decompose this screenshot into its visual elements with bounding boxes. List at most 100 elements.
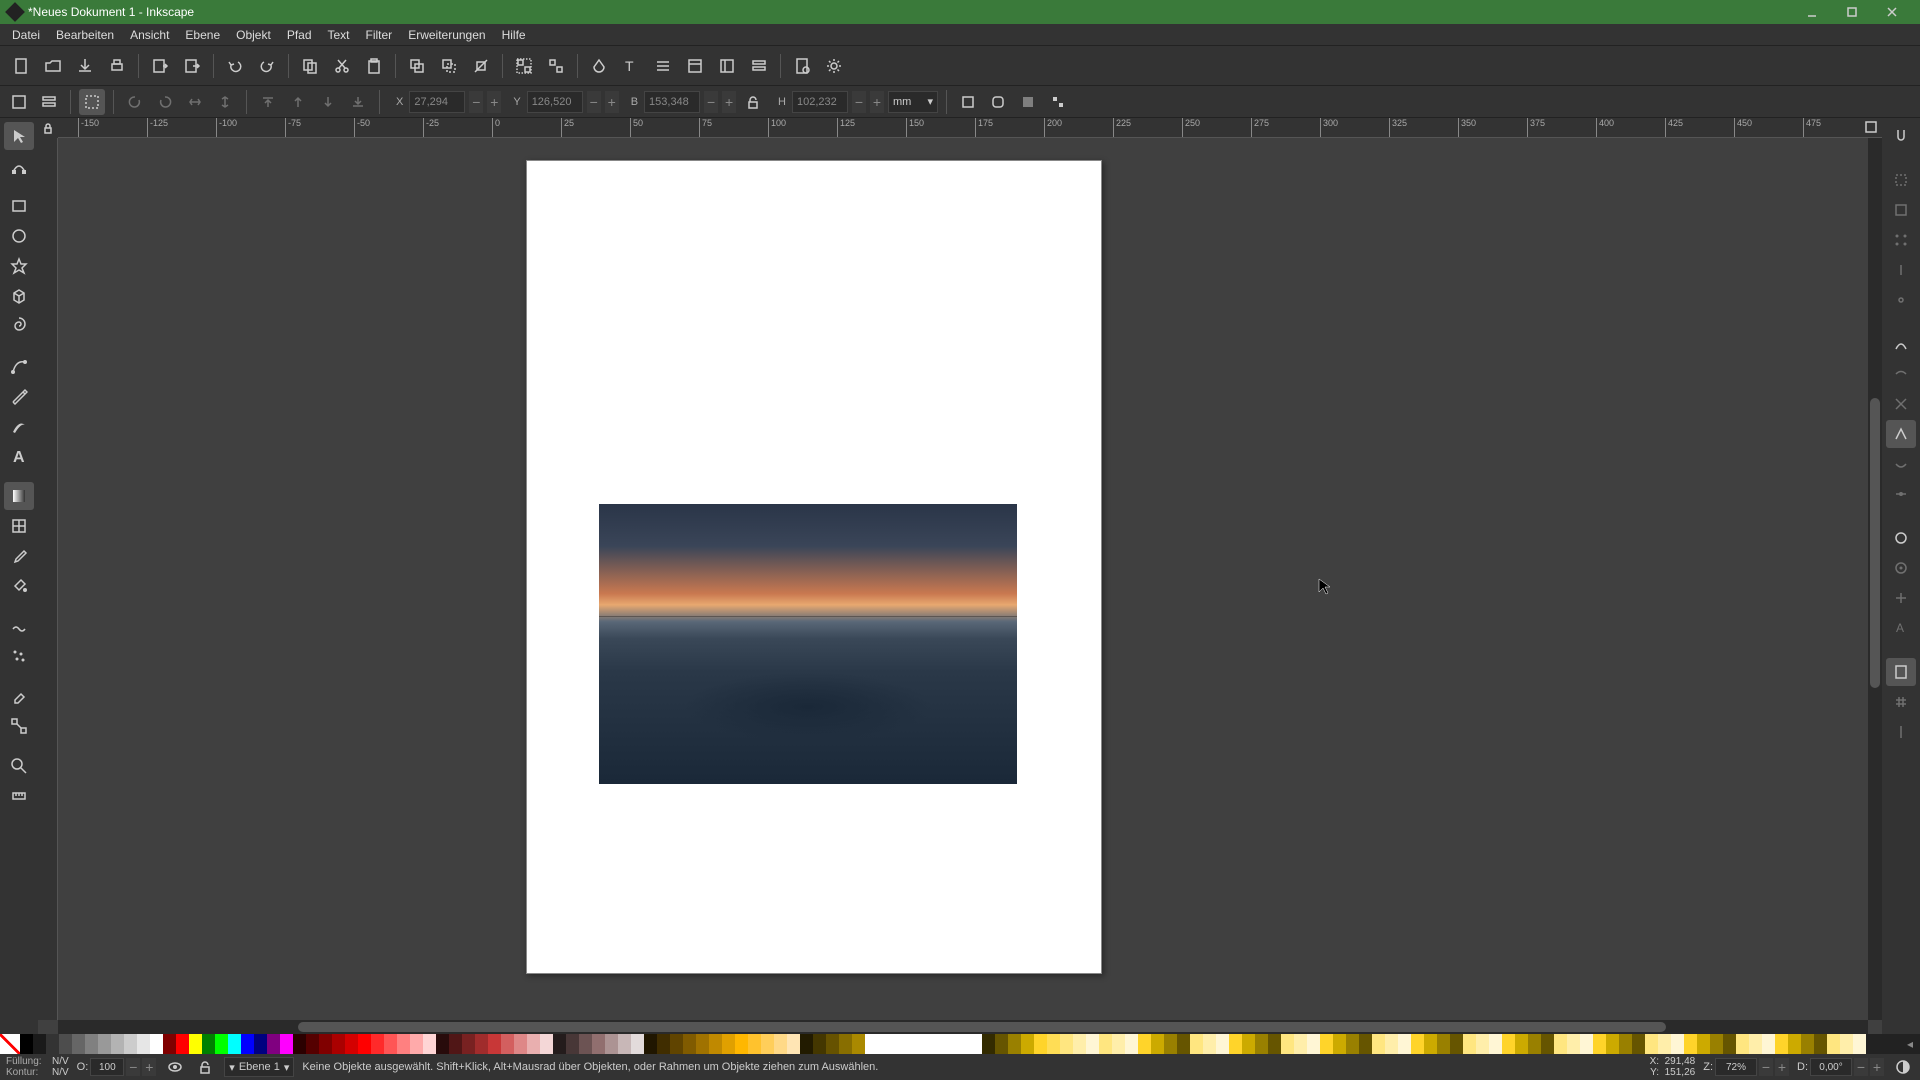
color-swatch[interactable]	[956, 1034, 969, 1054]
zoom-input[interactable]	[1715, 1058, 1757, 1076]
snap-toggle-button[interactable]	[1886, 122, 1916, 150]
color-swatch[interactable]	[1749, 1034, 1762, 1054]
eraser-tool[interactable]	[4, 682, 34, 710]
color-swatch[interactable]	[553, 1034, 566, 1054]
node-tool[interactable]	[4, 152, 34, 180]
color-swatch[interactable]	[1190, 1034, 1203, 1054]
print-button[interactable]	[102, 51, 132, 81]
color-swatch[interactable]	[1502, 1034, 1515, 1054]
color-swatch[interactable]	[683, 1034, 696, 1054]
maximize-button[interactable]	[1832, 0, 1872, 24]
color-swatch[interactable]	[228, 1034, 241, 1054]
snap-other-button[interactable]	[1886, 524, 1916, 552]
color-swatch[interactable]	[241, 1034, 254, 1054]
menu-bearbeiten[interactable]: Bearbeiten	[48, 26, 122, 44]
color-swatch[interactable]	[1619, 1034, 1632, 1054]
align-dialog-button[interactable]	[712, 51, 742, 81]
snap-smooth-button[interactable]	[1886, 450, 1916, 478]
color-swatch[interactable]	[423, 1034, 436, 1054]
color-swatch[interactable]	[1047, 1034, 1060, 1054]
mesh-tool[interactable]	[4, 512, 34, 540]
spiral-tool[interactable]	[4, 312, 34, 340]
w-plus-button[interactable]: +	[722, 91, 736, 113]
y-minus-button[interactable]: −	[587, 91, 601, 113]
color-swatch[interactable]	[813, 1034, 826, 1054]
color-swatch[interactable]	[1021, 1034, 1034, 1054]
color-swatch[interactable]	[1359, 1034, 1372, 1054]
3dbox-tool[interactable]	[4, 282, 34, 310]
horizontal-scrollbar[interactable]	[58, 1020, 1868, 1034]
menu-ebene[interactable]: Ebene	[177, 26, 228, 44]
color-swatch[interactable]	[1008, 1034, 1021, 1054]
rotation-input[interactable]	[1810, 1058, 1852, 1076]
snap-text-baseline-button[interactable]: A	[1886, 614, 1916, 642]
color-swatch[interactable]	[501, 1034, 514, 1054]
color-swatch[interactable]	[475, 1034, 488, 1054]
undo-button[interactable]	[220, 51, 250, 81]
minimize-button[interactable]	[1792, 0, 1832, 24]
horizontal-ruler[interactable]: -150-125-100-75-50-250255075100125150175…	[58, 118, 1882, 138]
color-swatch[interactable]	[345, 1034, 358, 1054]
menu-datei[interactable]: Datei	[4, 26, 48, 44]
paste-button[interactable]	[359, 51, 389, 81]
y-plus-button[interactable]: +	[605, 91, 619, 113]
zoom-tool[interactable]	[4, 752, 34, 780]
color-swatch[interactable]	[1255, 1034, 1268, 1054]
color-swatch[interactable]	[1138, 1034, 1151, 1054]
snap-node-button[interactable]	[1886, 330, 1916, 358]
color-swatch[interactable]	[761, 1034, 774, 1054]
color-swatch[interactable]	[436, 1034, 449, 1054]
dropper-tool[interactable]	[4, 542, 34, 570]
clone-button[interactable]	[434, 51, 464, 81]
snap-bbox-midpoint-button[interactable]	[1886, 256, 1916, 284]
cut-button[interactable]	[327, 51, 357, 81]
color-swatch[interactable]	[1723, 1034, 1736, 1054]
color-swatch[interactable]	[1268, 1034, 1281, 1054]
paintbucket-tool[interactable]	[4, 572, 34, 600]
color-swatch[interactable]	[1060, 1034, 1073, 1054]
color-swatch[interactable]	[995, 1034, 1008, 1054]
color-swatch[interactable]	[267, 1034, 280, 1054]
color-swatch[interactable]	[930, 1034, 943, 1054]
color-swatch[interactable]	[306, 1034, 319, 1054]
group-button[interactable]	[509, 51, 539, 81]
color-swatch[interactable]	[1151, 1034, 1164, 1054]
snap-bbox-center-button[interactable]	[1886, 286, 1916, 314]
color-swatch[interactable]	[1164, 1034, 1177, 1054]
w-minus-button[interactable]: −	[704, 91, 718, 113]
color-swatch[interactable]	[33, 1034, 46, 1054]
menu-filter[interactable]: Filter	[358, 26, 401, 44]
color-swatch[interactable]	[293, 1034, 306, 1054]
doc-properties-button[interactable]	[787, 51, 817, 81]
color-swatch[interactable]	[111, 1034, 124, 1054]
text-tool[interactable]: A	[4, 442, 34, 470]
color-swatch[interactable]	[1034, 1034, 1047, 1054]
color-swatch[interactable]	[1593, 1034, 1606, 1054]
lock-wh-button[interactable]	[740, 89, 766, 115]
close-button[interactable]	[1872, 0, 1912, 24]
color-swatch[interactable]	[280, 1034, 293, 1054]
placed-image[interactable]	[599, 504, 1017, 784]
export-button[interactable]	[177, 51, 207, 81]
calligraphy-tool[interactable]	[4, 412, 34, 440]
color-swatch[interactable]	[774, 1034, 787, 1054]
color-swatch[interactable]	[371, 1034, 384, 1054]
color-swatch[interactable]	[189, 1034, 202, 1054]
palette-menu-button[interactable]: ◂	[1900, 1034, 1920, 1054]
menu-ansicht[interactable]: Ansicht	[122, 26, 177, 44]
color-swatch[interactable]	[735, 1034, 748, 1054]
xml-dialog-button[interactable]	[680, 51, 710, 81]
zoom-minus-button[interactable]: −	[1759, 1058, 1773, 1076]
canvas[interactable]	[58, 138, 1868, 1020]
color-swatch[interactable]	[410, 1034, 423, 1054]
color-swatch[interactable]	[462, 1034, 475, 1054]
scrollbar-thumb[interactable]	[1870, 398, 1880, 688]
color-swatch[interactable]	[670, 1034, 683, 1054]
menu-text[interactable]: Text	[320, 26, 358, 44]
color-swatch[interactable]	[709, 1034, 722, 1054]
opacity-input[interactable]	[90, 1058, 124, 1076]
color-swatch[interactable]	[1372, 1034, 1385, 1054]
color-swatch[interactable]	[1398, 1034, 1411, 1054]
color-swatch[interactable]	[1112, 1034, 1125, 1054]
menu-erweiterungen[interactable]: Erweiterungen	[400, 26, 493, 44]
